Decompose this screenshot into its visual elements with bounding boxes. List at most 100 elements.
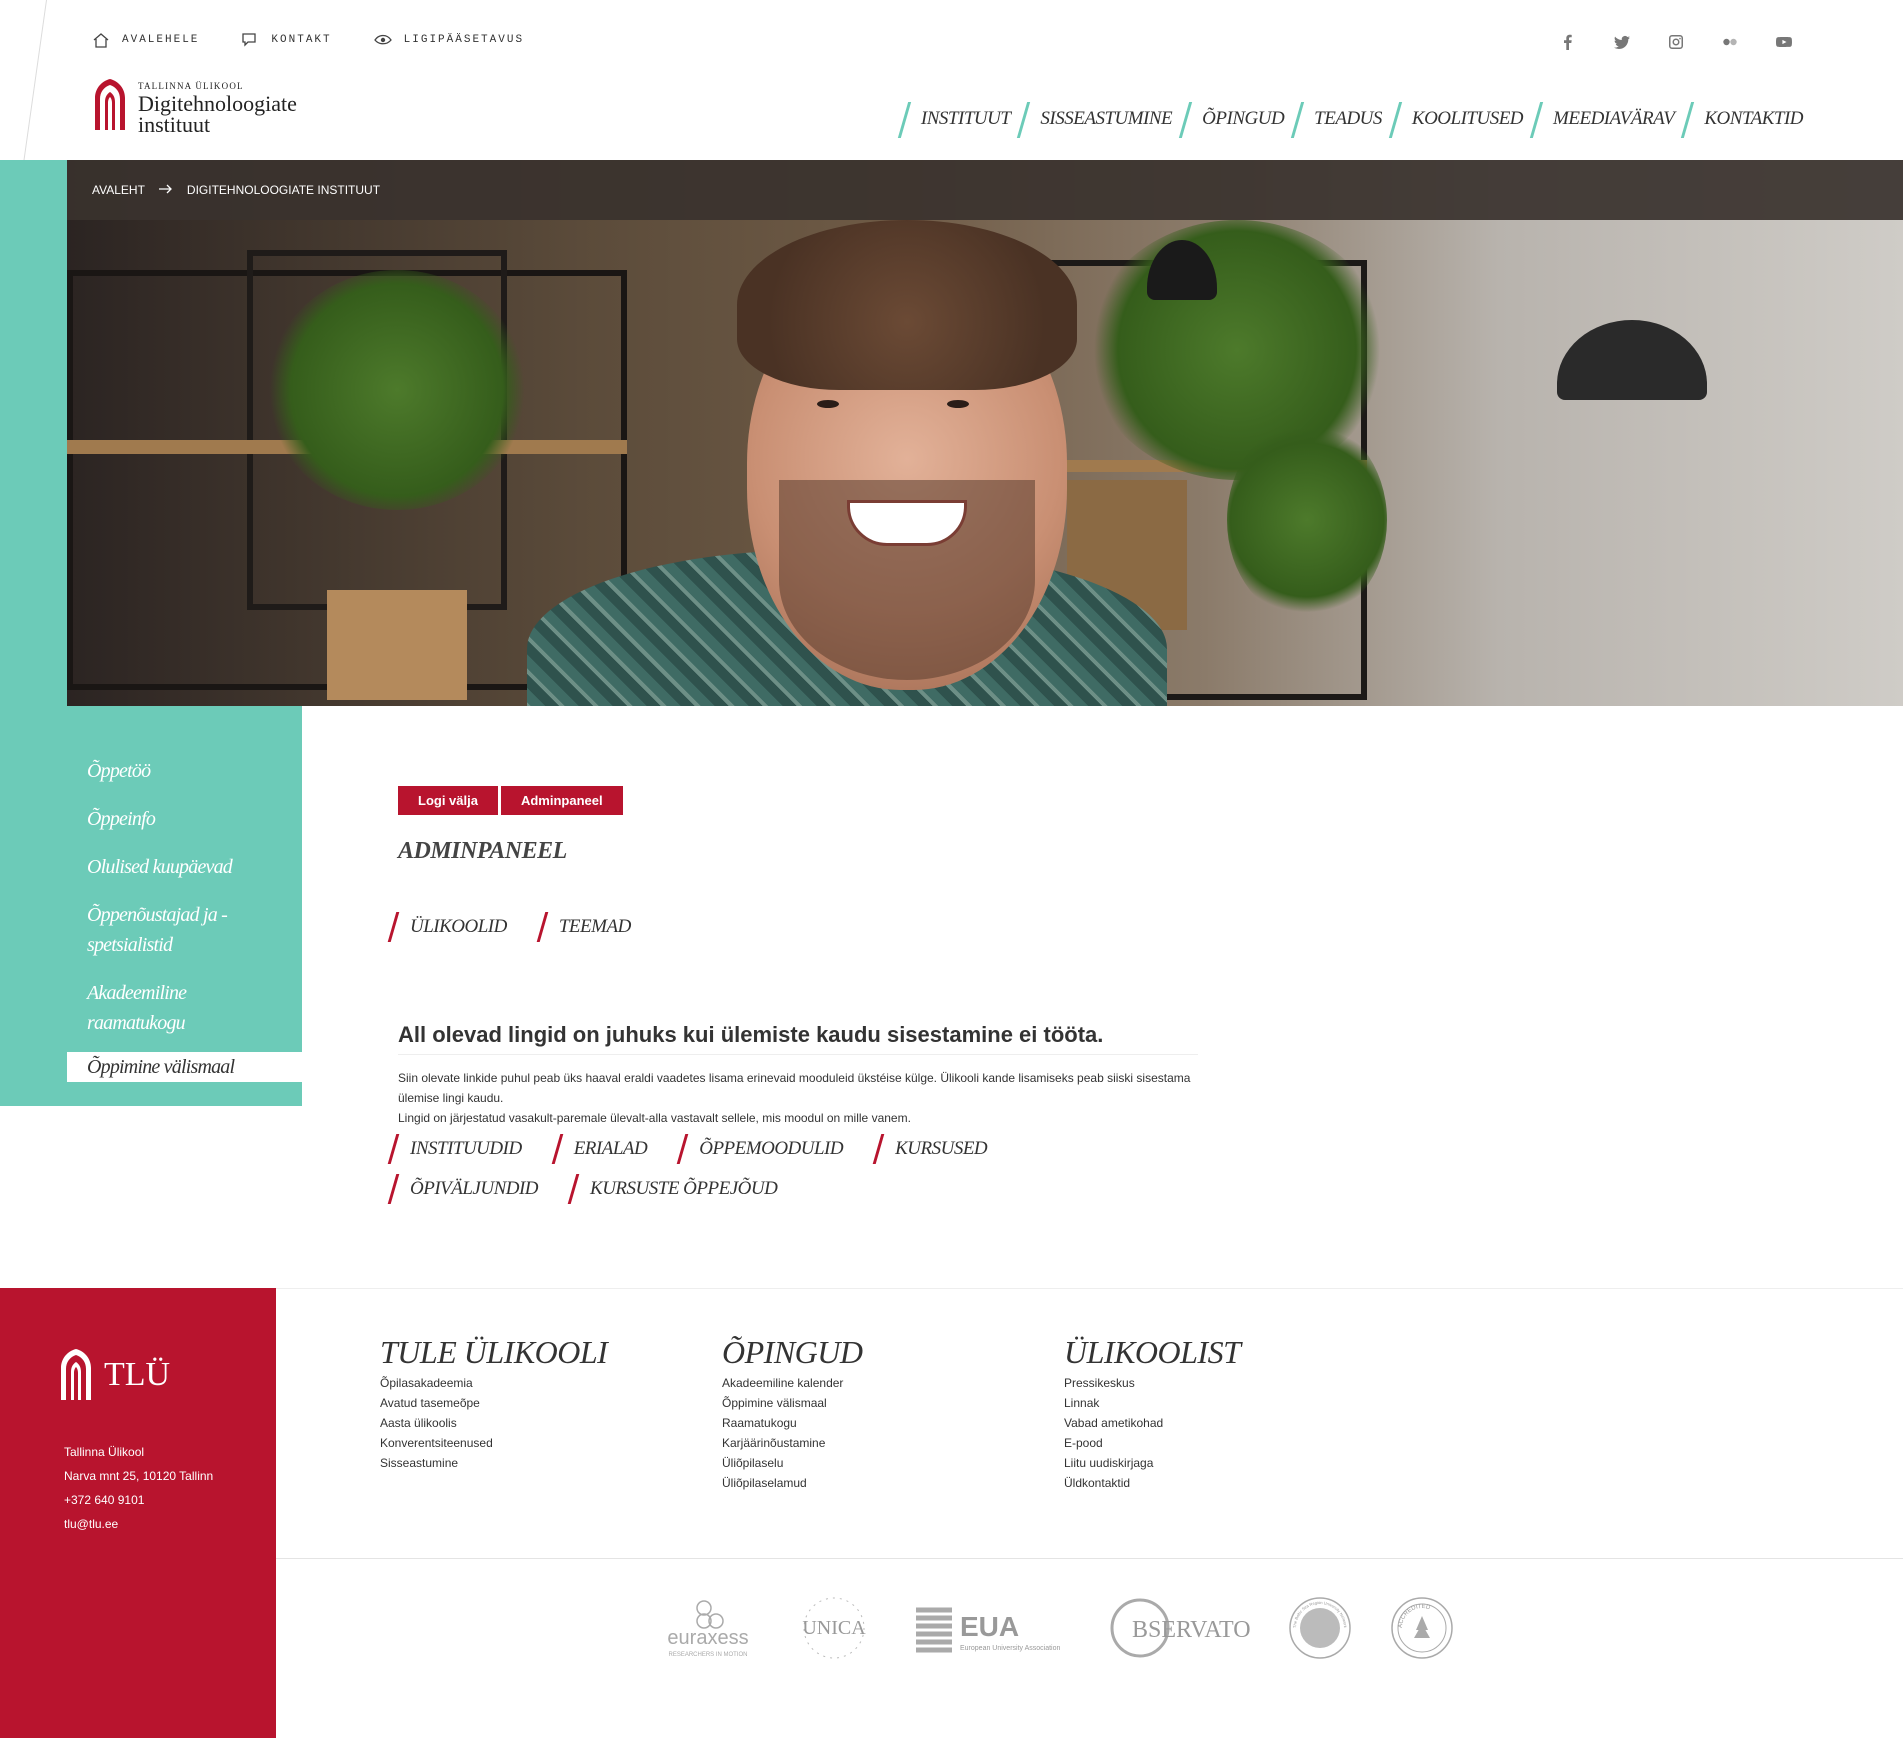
footer-link[interactable]: Raamatukogu bbox=[722, 1413, 862, 1433]
footer-link[interactable]: Pressikeskus bbox=[1064, 1373, 1240, 1393]
eua-logo[interactable]: EUA European University Association bbox=[912, 1596, 1072, 1660]
chat-icon bbox=[242, 33, 257, 47]
module-links-row-2: ÕPIVÄLJUNDID KURSUSTE ÕPPEJÕUD bbox=[390, 1178, 809, 1200]
home-icon bbox=[93, 33, 109, 48]
youtube-icon[interactable] bbox=[1775, 33, 1793, 51]
footer-link[interactable]: Üldkontaktid bbox=[1064, 1473, 1240, 1493]
observatory-logo-text: BSERVATORY bbox=[1132, 1617, 1250, 1643]
footer-link[interactable]: Aasta ülikoolis bbox=[380, 1413, 607, 1433]
footer-address-name: Tallinna Ülikool bbox=[64, 1445, 145, 1459]
facebook-icon[interactable] bbox=[1559, 33, 1577, 51]
footer-link[interactable]: Konverentsiteenused bbox=[380, 1433, 607, 1453]
sidebar-item-olulised-kuupaevad[interactable]: Olulised kuupäevad bbox=[67, 848, 302, 886]
euraxess-logo[interactable]: euraxess RESEARCHERS IN MOTION bbox=[660, 1596, 756, 1660]
footer-address-phone[interactable]: +372 640 9101 bbox=[64, 1488, 213, 1512]
logo-text: TALLINNA ÜLIKOOL Digitehnoloogiate insti… bbox=[138, 80, 297, 137]
link-erialad[interactable]: ERIALAD bbox=[554, 1138, 648, 1160]
sidebar-item-oppeinfo[interactable]: Õppeinfo bbox=[67, 800, 302, 838]
link-kursuste-oppejoud[interactable]: KURSUSTE ÕPPEJÕUD bbox=[570, 1178, 778, 1200]
footer-link[interactable]: E-pood bbox=[1064, 1433, 1240, 1453]
footer-link[interactable]: Vabad ametikohad bbox=[1064, 1413, 1240, 1433]
footer-divider bbox=[276, 1558, 1903, 1559]
footer-link[interactable]: Linnak bbox=[1064, 1393, 1240, 1413]
sidebar-item-oppimine-valismaal[interactable]: Õppimine välismaal bbox=[67, 1052, 302, 1082]
home-link[interactable]: AVALEHELE bbox=[92, 32, 199, 48]
unica-logo-text: UNICA bbox=[802, 1617, 866, 1639]
breadcrumb-home[interactable]: AVALEHT bbox=[92, 183, 145, 197]
instagram-icon[interactable] bbox=[1667, 33, 1685, 51]
sidebar-item-oppenoustajad[interactable]: Õppenõustajad ja -spetsialistid bbox=[67, 896, 302, 964]
footer-address-street: Narva mnt 25, 10120 Tallinn bbox=[64, 1469, 214, 1483]
nav-instituut[interactable]: INSTITUUT bbox=[901, 108, 1011, 130]
eua-logo-subtitle: European University Association bbox=[960, 1645, 1060, 1652]
footer-logo-text: TLÜ bbox=[104, 1356, 171, 1393]
sidebar-item-oppetoo[interactable]: Õppetöö bbox=[67, 752, 302, 790]
contact-link-label: KONTAKT bbox=[271, 34, 332, 46]
sidebar-item-raamatukogu[interactable]: Akadeemiline raamatukogu bbox=[67, 974, 302, 1042]
action-buttons: Logi välja Adminpaneel bbox=[398, 786, 623, 815]
partner-logos: euraxess RESEARCHERS IN MOTION UNICA EUA… bbox=[660, 1596, 1454, 1660]
sidebar-nav: Õppetöö Õppeinfo Olulised kuupäevad Õppe… bbox=[67, 752, 302, 1082]
observatory-logo[interactable]: BSERVATORY bbox=[1110, 1596, 1250, 1660]
logo-university-name: TALLINNA ÜLIKOOL bbox=[138, 80, 244, 91]
nav-meediavarav[interactable]: MEEDIAVÄRAV bbox=[1533, 108, 1675, 130]
footer-link[interactable]: Avatud tasemeõpe bbox=[380, 1393, 607, 1413]
bsrun-logo[interactable]: The Baltic Sea Region University Network bbox=[1288, 1596, 1352, 1660]
footer-address: Tallinna Ülikool Narva mnt 25, 10120 Tal… bbox=[64, 1440, 213, 1536]
link-opivaljundid[interactable]: ÕPIVÄLJUNDID bbox=[390, 1178, 539, 1200]
logo-institute-line2: instituut bbox=[138, 111, 211, 137]
footer-link[interactable]: Liitu uudiskirjaga bbox=[1064, 1453, 1240, 1473]
site-header: AVALEHELE KONTAKT LIGIPÄÄSETAVUS TALLINN… bbox=[0, 0, 1903, 160]
tlu-arch-icon bbox=[92, 78, 128, 137]
footer-link[interactable]: Õpilasakadeemia bbox=[380, 1373, 607, 1393]
footer-logo[interactable]: TLÜ bbox=[58, 1346, 170, 1404]
euraxess-logo-subtitle: RESEARCHERS IN MOTION bbox=[668, 1652, 747, 1658]
header-divider bbox=[23, 0, 47, 160]
instructions-paragraph-2: Lingid on järjestatud vasakult-paremale … bbox=[398, 1111, 911, 1125]
nav-opingud[interactable]: ÕPINGUD bbox=[1182, 108, 1285, 130]
breadcrumb-current[interactable]: DIGITEHNOLOOGIATE INSTITUUT bbox=[187, 183, 380, 197]
link-kursused[interactable]: KURSUSED bbox=[875, 1138, 988, 1160]
footer-link[interactable]: Karjäärinõustamine bbox=[722, 1433, 862, 1453]
nav-koolitused[interactable]: KOOLITUSED bbox=[1392, 108, 1524, 130]
tlu-arch-icon bbox=[61, 1349, 91, 1400]
instructions-paragraph-1: Siin olevate linkide puhul peab üks haav… bbox=[398, 1071, 1191, 1105]
nav-kontaktid[interactable]: KONTAKTID bbox=[1684, 108, 1803, 130]
accessibility-link[interactable]: LIGIPÄÄSETAVUS bbox=[373, 32, 525, 48]
logout-button[interactable]: Logi välja bbox=[398, 786, 498, 815]
footer-address-email[interactable]: tlu@tlu.ee bbox=[64, 1512, 213, 1536]
twitter-icon[interactable] bbox=[1613, 33, 1631, 51]
footer-link[interactable]: Üliõpilaselu bbox=[722, 1453, 862, 1473]
admin-panel-button[interactable]: Adminpaneel bbox=[500, 786, 623, 815]
social-links bbox=[1559, 33, 1793, 51]
page-title: ADMINPANEEL bbox=[398, 838, 567, 864]
logo-institute-line1: Digitehnoloogiate bbox=[138, 90, 297, 116]
link-ulikoolid[interactable]: ÜLIKOOLID bbox=[390, 916, 507, 938]
unica-logo[interactable]: UNICA bbox=[794, 1596, 874, 1660]
footer-link[interactable]: Õppimine välismaal bbox=[722, 1393, 862, 1413]
footer-top-border bbox=[276, 1288, 1903, 1289]
link-teemad[interactable]: TEEMAD bbox=[539, 916, 631, 938]
accessibility-link-label: LIGIPÄÄSETAVUS bbox=[403, 34, 525, 46]
footer-link[interactable]: Üliõpilaselamud bbox=[722, 1473, 862, 1493]
footer-column-tule-ulikooli: TULE ÜLIKOOLI Õpilasakadeemia Avatud tas… bbox=[380, 1334, 608, 1473]
arrow-right-icon bbox=[158, 181, 173, 199]
module-links-row-1: INSTITUUDID ERIALAD ÕPPEMOODULID KURSUSE… bbox=[390, 1138, 1019, 1160]
eye-icon bbox=[373, 34, 392, 45]
flickr-icon[interactable] bbox=[1721, 33, 1739, 51]
utility-nav: AVALEHELE KONTAKT LIGIPÄÄSETAVUS bbox=[92, 32, 524, 48]
accredited-logo[interactable]: ACCREDITED bbox=[1390, 1596, 1454, 1660]
footer-column-ulikoolist: ÜLIKOOLIST Pressikeskus Linnak Vabad ame… bbox=[1064, 1334, 1241, 1493]
eua-logo-text: EUA bbox=[960, 1611, 1019, 1642]
institute-logo[interactable]: TALLINNA ÜLIKOOL Digitehnoloogiate insti… bbox=[92, 78, 297, 137]
contact-link[interactable]: KONTAKT bbox=[241, 32, 331, 48]
footer-link[interactable]: Sisseastumine bbox=[380, 1453, 607, 1473]
link-instituudid[interactable]: INSTITUUDID bbox=[390, 1138, 522, 1160]
nav-sisseastumine[interactable]: SISSEASTUMINE bbox=[1020, 108, 1172, 130]
footer-link[interactable]: Akadeemiline kalender bbox=[722, 1373, 862, 1393]
nav-teadus[interactable]: TEADUS bbox=[1294, 108, 1382, 130]
footer-column-title: ÜLIKOOLIST bbox=[1064, 1334, 1241, 1370]
footer-column-title: ÕPINGUD bbox=[722, 1334, 863, 1370]
accredited-logo-text: ACCREDITED bbox=[1398, 1604, 1432, 1628]
link-oppemoodulid[interactable]: ÕPPEMOODULID bbox=[679, 1138, 843, 1160]
